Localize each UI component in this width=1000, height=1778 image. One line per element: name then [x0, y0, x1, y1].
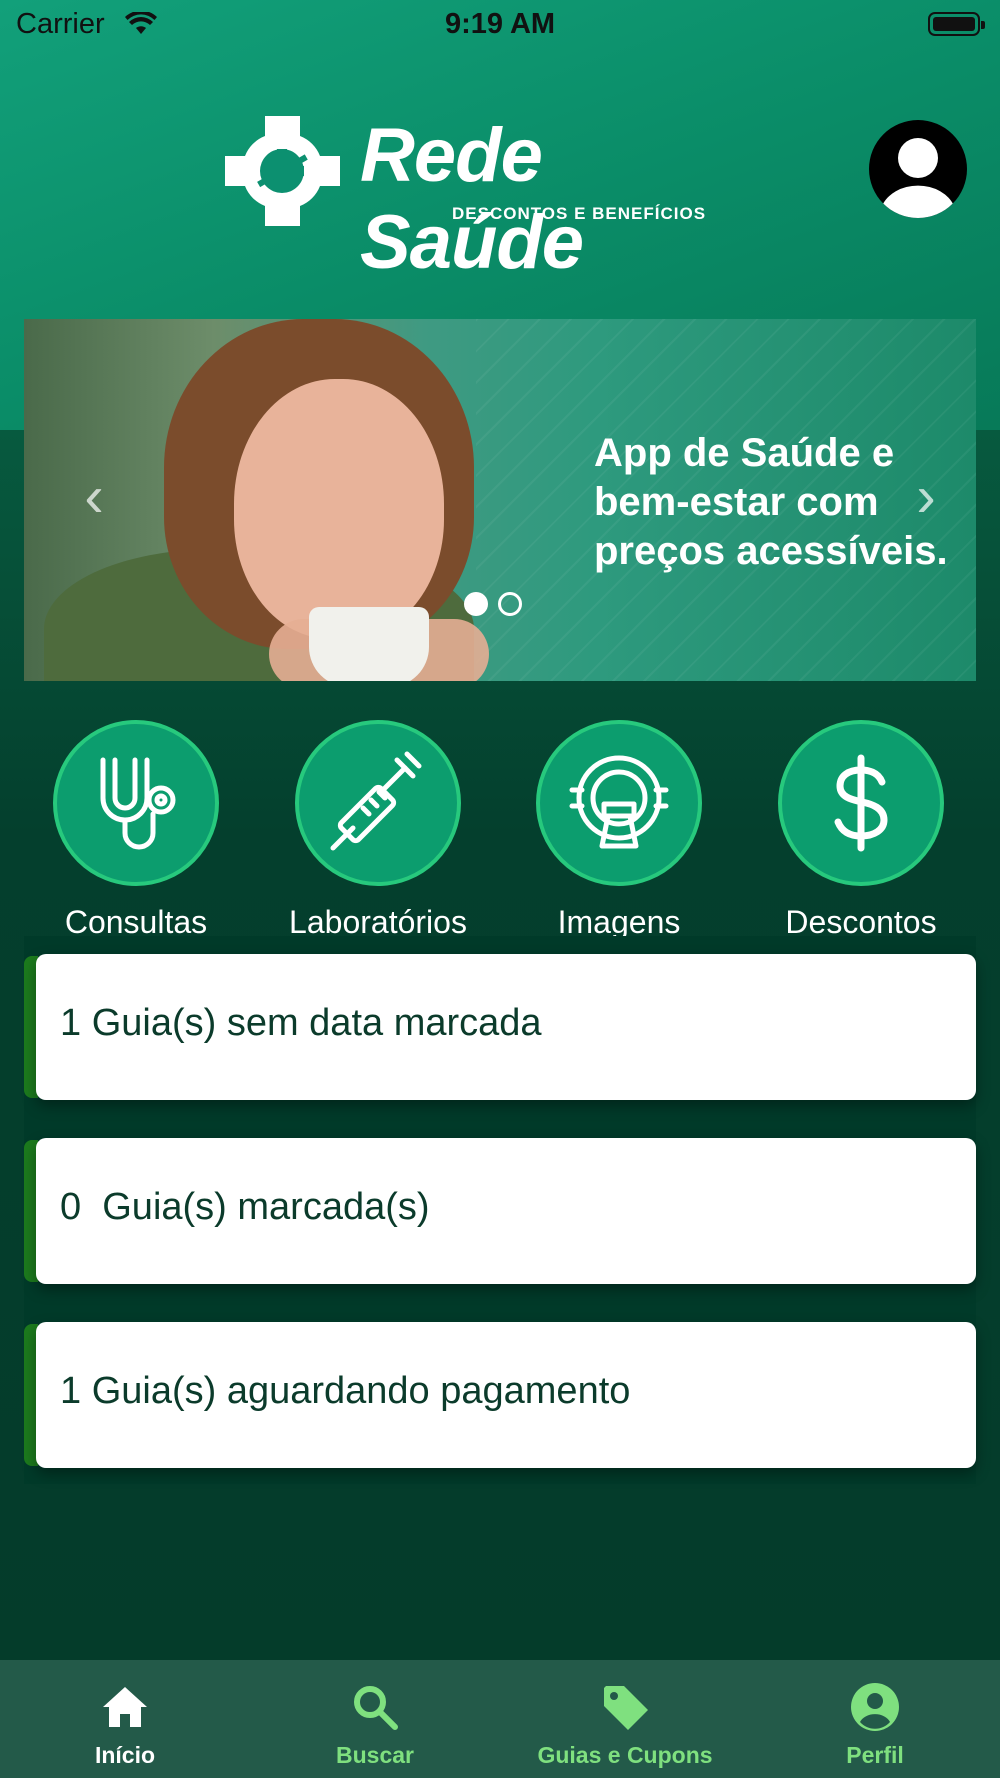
- guide-card-sem-data[interactable]: 1 Guia(s) sem data marcada: [24, 954, 976, 1100]
- brand-tagline: DESCONTOS E BENEFÍCIOS: [452, 204, 707, 223]
- carousel-page-indicator[interactable]: [464, 592, 532, 621]
- tab-bar: Início Buscar Guias e Cupons Perfil: [0, 1660, 1000, 1778]
- guide-card-marcadas[interactable]: 0 Guia(s) marcada(s): [24, 1138, 976, 1284]
- card-body: 1 Guia(s) aguardando pagamento: [36, 1322, 976, 1468]
- banner-coffee-cup: [309, 607, 429, 681]
- tab-inicio[interactable]: Início: [0, 1660, 250, 1778]
- tab-perfil[interactable]: Perfil: [750, 1660, 1000, 1778]
- guide-card-text: 0 Guia(s) marcada(s): [60, 1186, 430, 1228]
- category-icon-circle: [778, 720, 944, 886]
- logo-cross-icon: [225, 116, 340, 226]
- banner-person-face: [234, 379, 444, 639]
- tab-label: Perfil: [846, 1742, 904, 1768]
- mri-scanner-icon: [569, 755, 669, 849]
- carousel-prev-button[interactable]: ‹: [74, 467, 114, 527]
- tab-buscar[interactable]: Buscar: [250, 1660, 500, 1778]
- category-consultas[interactable]: Consultas: [26, 720, 246, 941]
- tab-guias-e-cupons[interactable]: Guias e Cupons: [500, 1660, 750, 1778]
- avatar-icon: [882, 138, 954, 218]
- promo-banner[interactable]: App de Saúde e bem-estar com preços aces…: [24, 319, 976, 681]
- category-icon-circle: [536, 720, 702, 886]
- profile-avatar-button[interactable]: [869, 120, 967, 218]
- category-descontos[interactable]: Descontos: [751, 720, 971, 941]
- card-body: 1 Guia(s) sem data marcada: [36, 954, 976, 1100]
- carousel-dot-1[interactable]: [464, 592, 488, 616]
- home-icon: [103, 1687, 147, 1727]
- battery-icon: [928, 12, 985, 36]
- carousel-next-button[interactable]: ›: [906, 467, 946, 527]
- dollar-icon: [834, 754, 888, 852]
- profile-icon: [851, 1683, 899, 1731]
- status-time: 9:19 AM: [444, 8, 556, 40]
- stethoscope-icon: [100, 757, 176, 850]
- category-icon-circle: [53, 720, 219, 886]
- guide-card-text: 1 Guia(s) aguardando pagamento: [60, 1370, 631, 1412]
- tab-label: Buscar: [336, 1742, 414, 1768]
- category-icon-circle: [295, 720, 461, 886]
- guide-card-text: 1 Guia(s) sem data marcada: [60, 1002, 542, 1044]
- syringe-icon: [330, 751, 422, 851]
- card-body: 0 Guia(s) marcada(s): [36, 1138, 976, 1284]
- tab-label: Início: [94, 1742, 156, 1768]
- tab-label: Guias e Cupons: [537, 1742, 713, 1768]
- search-icon: [354, 1686, 398, 1730]
- status-bar: Carrier 9:19 AM: [0, 0, 1000, 50]
- category-laboratorios[interactable]: Laboratórios: [268, 720, 488, 941]
- guide-card-aguardando-pagamento[interactable]: 1 Guia(s) aguardando pagamento: [24, 1322, 976, 1468]
- category-imagens[interactable]: Imagens: [509, 720, 729, 941]
- brand-name: Rede Saúde: [360, 113, 584, 285]
- brand-logo: Rede Saúde DESCONTOS E BENEFÍCIOS: [225, 112, 785, 285]
- tag-icon: [604, 1686, 648, 1730]
- carousel-dot-2[interactable]: [498, 592, 522, 616]
